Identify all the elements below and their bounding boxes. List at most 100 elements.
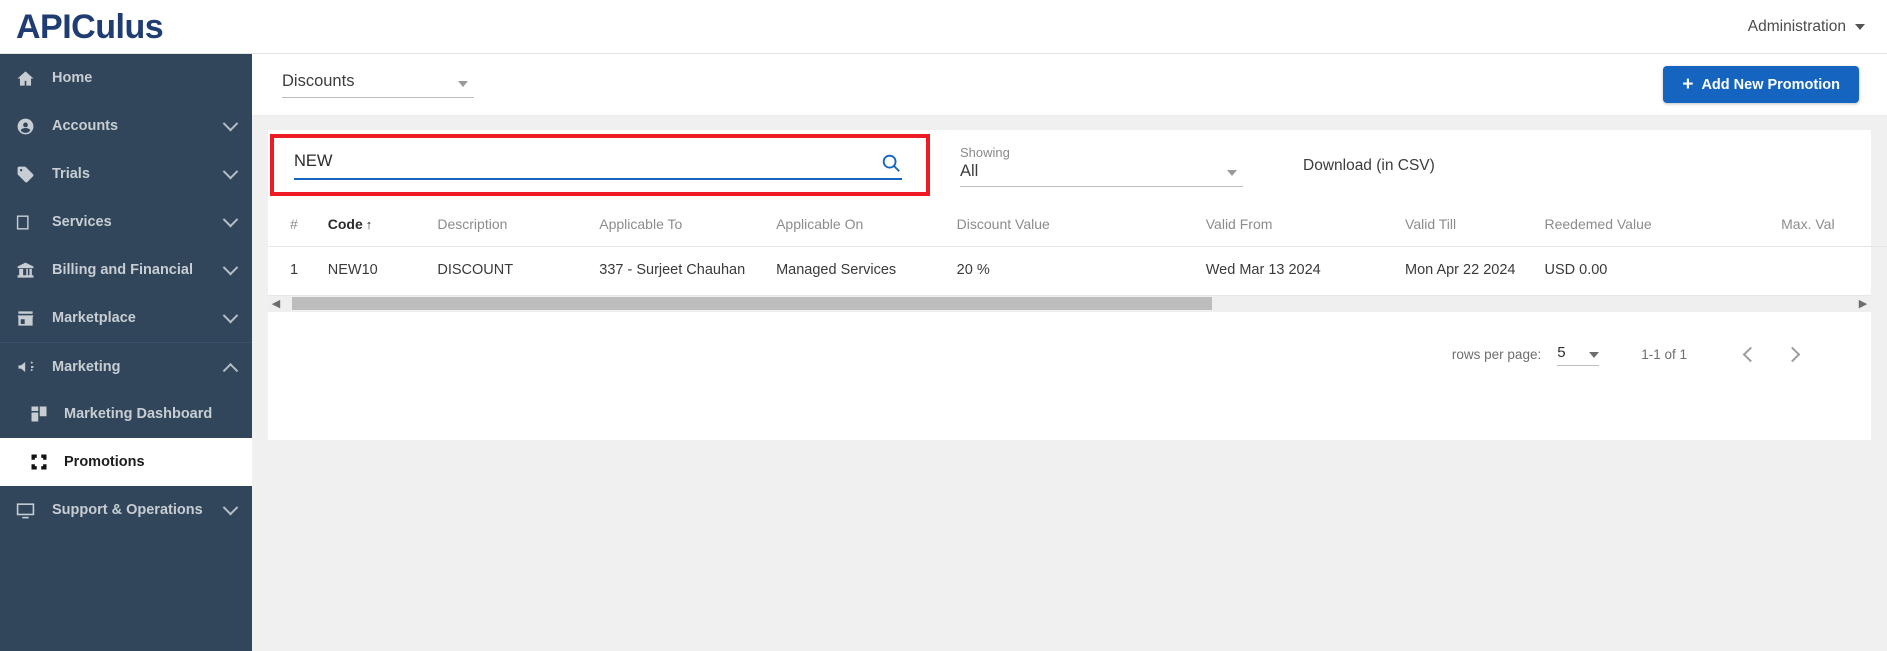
cell-applicable-to: 337 - Surjeet Chauhan — [599, 262, 746, 278]
tag-icon — [16, 165, 42, 184]
column-header-valid-from[interactable]: Valid From — [1205, 202, 1406, 247]
promotion-type-select[interactable]: Discounts — [282, 72, 474, 98]
sidebar-item-accounts-label: Accounts — [52, 118, 119, 134]
column-header-description[interactable]: Description — [437, 202, 600, 247]
promotions-table: # Code ↑ Description Applicable To Applic… — [268, 202, 1887, 295]
column-header-redeemed-value-label: Reedemed Value — [1544, 216, 1652, 232]
table-row[interactable]: 1 NEW10 DISCOUNT 337 - Surjeet Chauhan M… — [268, 247, 1887, 295]
home-icon — [16, 69, 42, 88]
dashboard-grid-icon — [30, 405, 54, 423]
search-field-wrapper — [294, 152, 902, 180]
sidebar-item-trials-label: Trials — [52, 166, 90, 182]
scroll-left-arrow-icon[interactable]: ◀ — [268, 297, 284, 310]
table-body: 1 NEW10 DISCOUNT 337 - Surjeet Chauhan M… — [268, 247, 1887, 295]
bank-icon — [16, 261, 42, 280]
chevron-down-icon — [1589, 351, 1600, 358]
chevron-down-icon — [222, 163, 239, 179]
store-icon — [16, 309, 42, 328]
search-button[interactable] — [880, 152, 902, 174]
column-header-num[interactable]: # — [268, 202, 328, 247]
add-new-promotion-button[interactable]: + Add New Promotion — [1663, 66, 1859, 103]
sidebar-item-marketing-label: Marketing — [52, 358, 121, 375]
sidebar-item-billing-and-financial-label: Billing and Financial — [52, 262, 193, 278]
next-page-button[interactable] — [1771, 334, 1813, 376]
chevron-left-icon — [1742, 346, 1758, 363]
user-circle-icon — [16, 117, 42, 136]
chevron-down-icon — [222, 307, 239, 323]
column-header-applicable-on-label: Applicable On — [776, 216, 864, 232]
sidebar-item-services-label: Services — [52, 214, 112, 230]
column-header-discount-value-label: Discount Value — [956, 216, 1050, 232]
filter-row: Showing All Download (in CSV) — [268, 130, 1871, 202]
chevron-down-icon — [1855, 23, 1865, 30]
search-icon — [880, 152, 902, 174]
monitor-icon — [16, 501, 42, 520]
sidebar-item-marketing-dashboard[interactable]: Marketing Dashboard — [0, 390, 252, 438]
column-header-code[interactable]: Code ↑ — [327, 202, 438, 247]
showing-select[interactable]: All — [960, 162, 1243, 187]
page-header: Discounts + Add New Promotion — [252, 54, 1887, 116]
sidebar-item-promotions[interactable]: Promotions — [0, 438, 252, 486]
sidebar-item-marketing-dashboard-label: Marketing Dashboard — [64, 406, 213, 422]
promotions-icon — [30, 453, 54, 471]
column-header-valid-till[interactable]: Valid Till — [1405, 202, 1545, 247]
showing-select-value: All — [960, 162, 979, 180]
layers-icon — [16, 213, 42, 232]
search-cell — [268, 130, 930, 202]
search-input[interactable] — [294, 152, 854, 171]
horizontal-scrollbar[interactable]: ◀ ▶ — [268, 294, 1871, 312]
sidebar-item-trials[interactable]: Trials — [0, 150, 252, 198]
column-header-num-label: # — [290, 216, 298, 232]
brand-logo-text: APICulus — [16, 7, 164, 46]
rows-per-page-value: 5 — [1557, 343, 1566, 361]
sidebar-item-marketplace-label: Marketplace — [52, 310, 136, 326]
cell-valid-till: Mon Apr 22 2024 — [1405, 262, 1516, 278]
sidebar-item-services[interactable]: Services — [0, 198, 252, 246]
chevron-down-icon — [222, 499, 239, 515]
scrollbar-track[interactable] — [284, 297, 1855, 311]
sidebar-item-marketing[interactable]: Marketing — [0, 342, 252, 390]
sort-ascending-icon: ↑ — [365, 217, 373, 232]
megaphone-icon — [16, 357, 42, 377]
rows-per-page-label: rows per page: — [1451, 347, 1542, 363]
table-header: # Code ↑ Description Applicable To Applic… — [268, 202, 1887, 247]
sidebar-item-accounts[interactable]: Accounts — [0, 102, 252, 150]
cell-num: 1 — [290, 262, 299, 278]
column-header-applicable-to[interactable]: Applicable To — [599, 202, 777, 247]
table-header-row: # Code ↑ Description Applicable To Applic… — [268, 202, 1887, 247]
brand-logo[interactable]: APICulus — [0, 0, 252, 54]
sidebar-item-home-label: Home — [52, 70, 93, 86]
sidebar-item-support-and-operations-label: Support & Operations — [52, 502, 203, 518]
scroll-right-arrow-icon[interactable]: ▶ — [1855, 297, 1871, 310]
column-header-redeemed-value[interactable]: Reedemed Value — [1544, 202, 1782, 247]
chevron-down-icon — [222, 211, 239, 227]
chevron-down-icon — [458, 80, 468, 87]
sidebar-item-promotions-label: Promotions — [64, 454, 145, 470]
download-csv-link[interactable]: Download (in CSV) — [1258, 157, 1435, 175]
sidebar-item-billing-and-financial[interactable]: Billing and Financial — [0, 246, 252, 294]
promotions-table-wrapper: # Code ↑ Description Applicable To Applic… — [268, 202, 1887, 312]
sidebar-item-home[interactable]: Home — [0, 54, 252, 102]
download-csv-label: Download (in CSV) — [1303, 157, 1435, 174]
brand-logo-lower: ulus — [95, 7, 164, 46]
column-header-discount-value[interactable]: Discount Value — [956, 202, 1206, 247]
main-content: Discounts + Add New Promotion NEW Showin… — [252, 54, 1887, 651]
rows-per-page-select[interactable]: 5 — [1557, 343, 1600, 366]
column-header-code-label: Code — [327, 216, 363, 232]
column-header-applicable-on[interactable]: Applicable On — [776, 202, 957, 247]
sidebar-item-marketplace[interactable]: Marketplace — [0, 294, 252, 342]
pagination-bar: rows per page: 5 1-1 of 1 — [268, 311, 1871, 398]
promotions-card: Showing All Download (in CSV) # Code↑ — [268, 130, 1887, 440]
promotion-type-select-value: Discounts — [282, 71, 355, 90]
previous-page-button[interactable] — [1729, 334, 1771, 376]
cell-description: DISCOUNT — [437, 262, 514, 278]
account-menu-label: Administration — [1747, 17, 1846, 35]
cell-max-value — [1781, 247, 1887, 295]
scrollbar-thumb[interactable] — [292, 297, 1212, 311]
column-header-valid-till-label: Valid Till — [1405, 216, 1457, 232]
add-new-promotion-label: Add New Promotion — [1701, 76, 1840, 93]
column-header-max-value[interactable]: Max. Val — [1781, 202, 1887, 247]
chevron-down-icon — [1227, 170, 1237, 176]
sidebar-item-support-and-operations[interactable]: Support & Operations — [0, 486, 252, 534]
account-menu[interactable]: Administration — [1748, 18, 1887, 36]
